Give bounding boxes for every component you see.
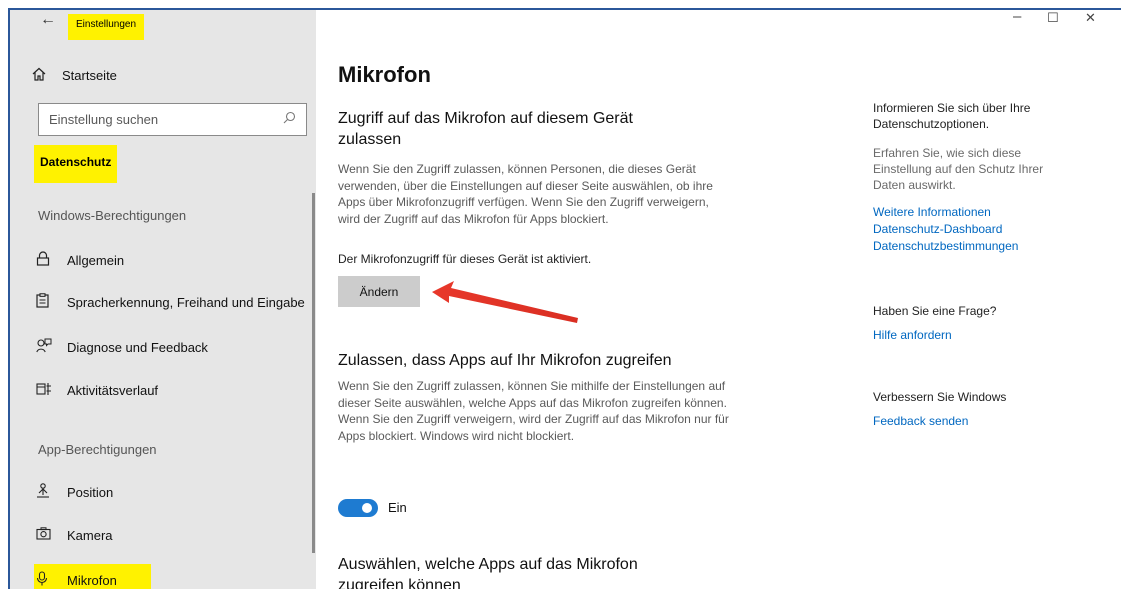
timeline-icon (36, 382, 67, 399)
device-access-status: Der Mikrofonzugriff für dieses Gerät ist… (338, 252, 592, 266)
back-arrow-icon[interactable]: ← (40, 11, 56, 29)
close-button[interactable]: ✕ (1085, 10, 1096, 26)
sidebar-item-position[interactable]: Position (36, 481, 113, 503)
search-input[interactable]: Einstellung suchen (38, 103, 307, 136)
clipboard-icon (36, 293, 67, 311)
sidebar-item-label: Spracherkennung, Freihand und Eingabe (67, 294, 305, 310)
sidebar-item-allgemein[interactable]: Allgemein (36, 249, 124, 271)
choose-apps-heading: Auswählen, welche Apps auf das Mikrofon … (338, 554, 638, 589)
sidebar-scrollbar[interactable] (312, 193, 315, 553)
choose-apps-heading-line2: zugreifen können (338, 577, 461, 589)
sidebar-item-label: Allgemein (67, 252, 125, 268)
link-feedback[interactable]: Feedback senden (873, 414, 968, 428)
search-placeholder: Einstellung suchen (49, 112, 159, 127)
microphone-icon (36, 571, 67, 589)
sidebar-item-label: Kamera (67, 527, 113, 543)
toggle-knob (362, 503, 372, 513)
sidebar-item-mikrofon[interactable]: Mikrofon (36, 569, 117, 589)
device-access-heading-line2: zulassen (338, 131, 402, 148)
device-access-description: Wenn Sie den Zugriff zulassen, können Pe… (338, 162, 713, 226)
app-title: Einstellungen (68, 14, 145, 40)
main-content: Mikrofon Zugriff auf das Mikrofon auf di… (316, 10, 836, 589)
link-more-info[interactable]: Weitere Informationen (873, 205, 991, 219)
section-title: Datenschutz (34, 145, 118, 183)
app-access-toggle[interactable] (338, 499, 378, 517)
group-label-app-permissions: App-Berechtigungen (38, 442, 157, 457)
sidebar-item-label: Mikrofon (67, 572, 117, 588)
home-icon (32, 67, 62, 84)
sidebar: ← Einstellungen Startseite Einstellung s… (10, 10, 316, 589)
question-heading: Haben Sie eine Frage? (873, 304, 997, 318)
link-get-help[interactable]: Hilfe anfordern (873, 328, 952, 342)
sidebar-item-diagnose[interactable]: Diagnose und Feedback (36, 336, 208, 358)
app-access-heading: Zulassen, dass Apps auf Ihr Mikrofon zug… (338, 352, 672, 369)
link-privacy-dashboard[interactable]: Datenschutz-Dashboard (873, 222, 1002, 236)
lock-icon (36, 251, 67, 269)
sidebar-item-aktivitaetsverlauf[interactable]: Aktivitätsverlauf (36, 379, 158, 401)
link-privacy-statement[interactable]: Datenschutzbestimmungen (873, 239, 1018, 253)
sidebar-item-label: Aktivitätsverlauf (67, 382, 159, 398)
search-icon[interactable] (283, 111, 296, 127)
improve-heading: Verbessern Sie Windows (873, 390, 1007, 404)
privacy-heading: Informieren Sie sich über Ihre Datenschu… (873, 101, 1031, 131)
device-access-heading: Zugriff auf das Mikrofon auf diesem Gerä… (338, 108, 633, 150)
privacy-text: Erfahren Sie, wie sich diese Einstellung… (873, 146, 1044, 192)
sidebar-item-label: Position (67, 484, 114, 500)
app-access-description: Wenn Sie den Zugriff zulassen, können Si… (338, 379, 729, 443)
sidebar-item-label: Startseite (62, 67, 117, 83)
camera-icon (36, 527, 67, 543)
location-person-icon (36, 483, 67, 501)
sidebar-item-kamera[interactable]: Kamera (36, 524, 113, 546)
group-label-windows-permissions: Windows-Berechtigungen (38, 208, 187, 223)
sidebar-item-label: Diagnose und Feedback (67, 339, 208, 355)
sidebar-item-home[interactable]: Startseite (32, 64, 117, 86)
minimize-button[interactable]: – (1013, 8, 1021, 25)
device-access-heading-line1: Zugriff auf das Mikrofon auf diesem Gerä… (338, 110, 633, 127)
title-bar: ← Einstellungen (10, 10, 316, 40)
maximize-button[interactable]: ☐ (1047, 10, 1059, 26)
sidebar-item-spracherkennung[interactable]: Spracherkennung, Freihand und Eingabe (36, 291, 305, 313)
page-title: Mikrofon (338, 62, 431, 87)
choose-apps-heading-line1: Auswählen, welche Apps auf das Mikrofon (338, 556, 638, 573)
people-feedback-icon (36, 338, 67, 356)
change-button[interactable]: Ändern (338, 276, 420, 307)
toggle-state-label: Ein (388, 500, 407, 515)
